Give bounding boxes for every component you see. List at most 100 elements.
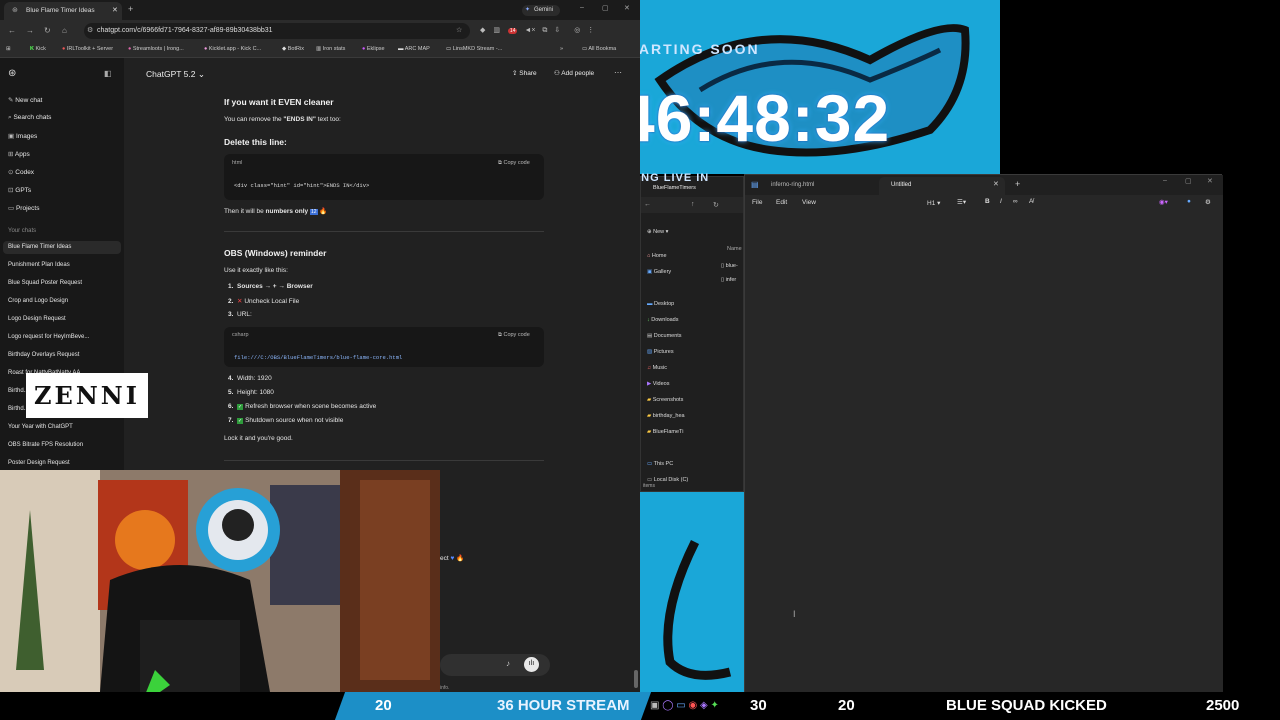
voice-mode-icon[interactable]: ılı — [524, 657, 539, 672]
openai-logo-icon[interactable]: ⊛ — [8, 68, 16, 79]
browser-tab-active[interactable]: ⊛ Blue Flame Timer Ideas ✕ — [4, 2, 122, 20]
heading-dropdown[interactable]: H1 ▾ — [927, 199, 940, 207]
settings-gear-icon[interactable]: ⚙ — [1205, 198, 1211, 206]
app-icon[interactable]: ◈ — [700, 700, 708, 711]
maximize-icon[interactable]: ▢ — [1185, 177, 1192, 185]
sidebar-item-new-chat[interactable]: ✎ New chat — [8, 96, 42, 104]
list-icon[interactable]: ☰▾ — [957, 198, 966, 206]
bookmark-item[interactable]: K Kick — [30, 46, 46, 52]
close-window-icon[interactable]: ✕ — [624, 4, 630, 12]
tab-untitled[interactable]: Untitled — [891, 182, 911, 188]
app-icon[interactable]: ✦ — [710, 700, 718, 711]
nav-music[interactable]: ♫ Music — [647, 365, 667, 371]
new-button[interactable]: ⊕ New ▾ — [647, 229, 668, 235]
bookmark-item[interactable]: ● Kicklet.app - Kick C... — [204, 46, 261, 52]
nav-documents[interactable]: ▤ Documents — [647, 333, 682, 339]
nav-downloads[interactable]: ↓ Downloads — [647, 317, 679, 323]
nav-gallery[interactable]: ▣ Gallery — [647, 269, 671, 275]
bookmark-item[interactable]: ● IRLToolkit + Server — [62, 46, 113, 52]
app-icon[interactable]: ▭ — [676, 700, 685, 711]
chat-item[interactable]: Blue Squad Poster Request — [8, 280, 82, 286]
prompt-input[interactable]: ♪ ılı — [440, 654, 550, 676]
name-column-header[interactable]: Name — [727, 246, 742, 252]
new-tab-icon[interactable]: + — [128, 4, 133, 14]
bookmark-item[interactable]: ▭ LinsMKD Stream -... — [446, 46, 502, 52]
chat-item[interactable]: Logo request for HeyImBeve... — [8, 334, 89, 340]
nav-birthday-folder[interactable]: ▰ birthday_hea — [647, 413, 685, 419]
extension-icon[interactable]: ◆ — [480, 27, 485, 34]
url-bar[interactable]: ⚙ chatgpt.com/c/6966fd71-7964-8327-af89-… — [84, 23, 470, 39]
italic-icon[interactable]: I — [1000, 198, 1002, 205]
copilot-icon[interactable]: ◉▾ — [1159, 198, 1168, 206]
sidebar-item-apps[interactable]: ⊞ Apps — [8, 150, 30, 158]
gemini-button[interactable]: ✦ Gemini — [522, 5, 560, 16]
nav-this-pc[interactable]: ▭ This PC — [647, 461, 673, 467]
refresh-icon[interactable]: ↻ — [713, 201, 719, 209]
chat-item[interactable]: Crop and Logo Design — [8, 298, 68, 304]
chat-item[interactable]: Your Year with ChatGPT — [8, 424, 73, 430]
more-options-icon[interactable]: ⋯ — [614, 68, 622, 77]
microphone-icon[interactable]: ♪ — [506, 659, 510, 668]
account-icon[interactable]: ● — [1187, 198, 1191, 205]
nav-desktop[interactable]: ▬ Desktop — [647, 301, 674, 307]
profile-icon[interactable]: ◎ — [574, 27, 580, 34]
bookmark-item[interactable]: ▬ ARC MAP — [398, 46, 430, 52]
new-tab-icon[interactable]: + — [1015, 179, 1020, 189]
notepad-text-area[interactable]: I — [745, 211, 1223, 693]
menu-file[interactable]: File — [752, 199, 762, 206]
sidebar-item-projects[interactable]: ▭ Projects — [8, 204, 39, 212]
menu-edit[interactable]: Edit — [776, 199, 787, 206]
close-window-icon[interactable]: ✕ — [1207, 177, 1213, 185]
nav-blueflame-folder[interactable]: ▰ BlueFlameTi — [647, 429, 683, 435]
chrome-icon[interactable]: ◉ — [688, 700, 697, 711]
nav-home[interactable]: ⌂ Home — [647, 253, 667, 259]
mute-icon[interactable]: ◄× — [524, 27, 535, 34]
sidebar-item-gpts[interactable]: ⊡ GPTs — [8, 186, 31, 194]
site-info-icon[interactable]: ⚙ — [87, 26, 93, 34]
menu-view[interactable]: View — [802, 199, 816, 206]
scrollbar-thumb[interactable] — [634, 670, 638, 688]
sidebar-toggle-icon[interactable]: ◧ — [104, 69, 112, 78]
nav-videos[interactable]: ▶ Videos — [647, 381, 669, 387]
chat-item[interactable]: OBS Bitrate FPS Resolution — [8, 442, 83, 448]
clear-format-icon[interactable]: A̸ — [1029, 198, 1033, 205]
forward-arrow-icon[interactable]: → — [26, 26, 34, 35]
app-icon[interactable]: ◯ — [662, 700, 673, 711]
minimize-icon[interactable]: – — [1163, 177, 1167, 184]
chat-item[interactable]: Blue Flame Timer Ideas — [8, 244, 71, 250]
bookmark-item[interactable]: ● Eklipse — [362, 46, 385, 52]
add-people-button[interactable]: ⚇ Add people — [554, 69, 594, 77]
downloads-icon[interactable]: ⇩ — [554, 27, 560, 34]
minimize-icon[interactable]: – — [580, 4, 584, 11]
bookmark-star-icon[interactable]: ☆ — [456, 26, 462, 34]
link-icon[interactable]: ∞ — [1013, 198, 1018, 205]
bookmark-item[interactable]: ● Streamloots | Irong... — [128, 46, 184, 52]
sidebar-item-search[interactable]: ⌕ Search chats — [8, 114, 51, 122]
more-bookmarks-icon[interactable]: » — [560, 46, 563, 52]
extension-icon[interactable]: ▥ — [493, 27, 500, 34]
copy-code-button[interactable]: ⧉ Copy code — [498, 160, 530, 167]
home-icon[interactable]: ⌂ — [62, 26, 67, 35]
file-item[interactable]: ▯ infer — [721, 277, 736, 283]
chat-item[interactable]: Logo Design Request — [8, 316, 66, 322]
reload-icon[interactable]: ↻ — [44, 26, 51, 35]
bookmark-item[interactable]: ▥ Iron stats — [316, 46, 345, 52]
model-selector[interactable]: ChatGPT 5.2 ⌄ — [146, 69, 205, 80]
close-tab-icon[interactable]: ✕ — [112, 6, 118, 14]
bold-icon[interactable]: B — [985, 198, 990, 205]
bookmark-item[interactable]: ◆ BotRix — [282, 46, 304, 52]
nav-screenshots[interactable]: ▰ Screenshots — [647, 397, 683, 403]
close-tab-icon[interactable]: ✕ — [993, 180, 999, 188]
sidebar-item-codex[interactable]: ⊙ Codex — [8, 168, 34, 176]
back-arrow-icon[interactable]: ← — [644, 201, 651, 208]
back-arrow-icon[interactable]: ← — [8, 26, 16, 35]
nav-pictures[interactable]: ▨ Pictures — [647, 349, 674, 355]
maximize-icon[interactable]: ▢ — [602, 4, 609, 12]
sidebar-item-images[interactable]: ▣ Images — [8, 132, 37, 140]
share-button[interactable]: ⇪ Share — [512, 69, 537, 77]
chat-item[interactable]: Poster Design Request — [8, 460, 70, 466]
chat-item[interactable]: Birthday Overlays Request — [8, 352, 79, 358]
app-icon[interactable]: ▣ — [650, 700, 659, 711]
apps-grid-icon[interactable]: ⊞ — [6, 46, 11, 52]
tab-inferno-ring[interactable]: inferno-ring.html — [771, 182, 814, 188]
